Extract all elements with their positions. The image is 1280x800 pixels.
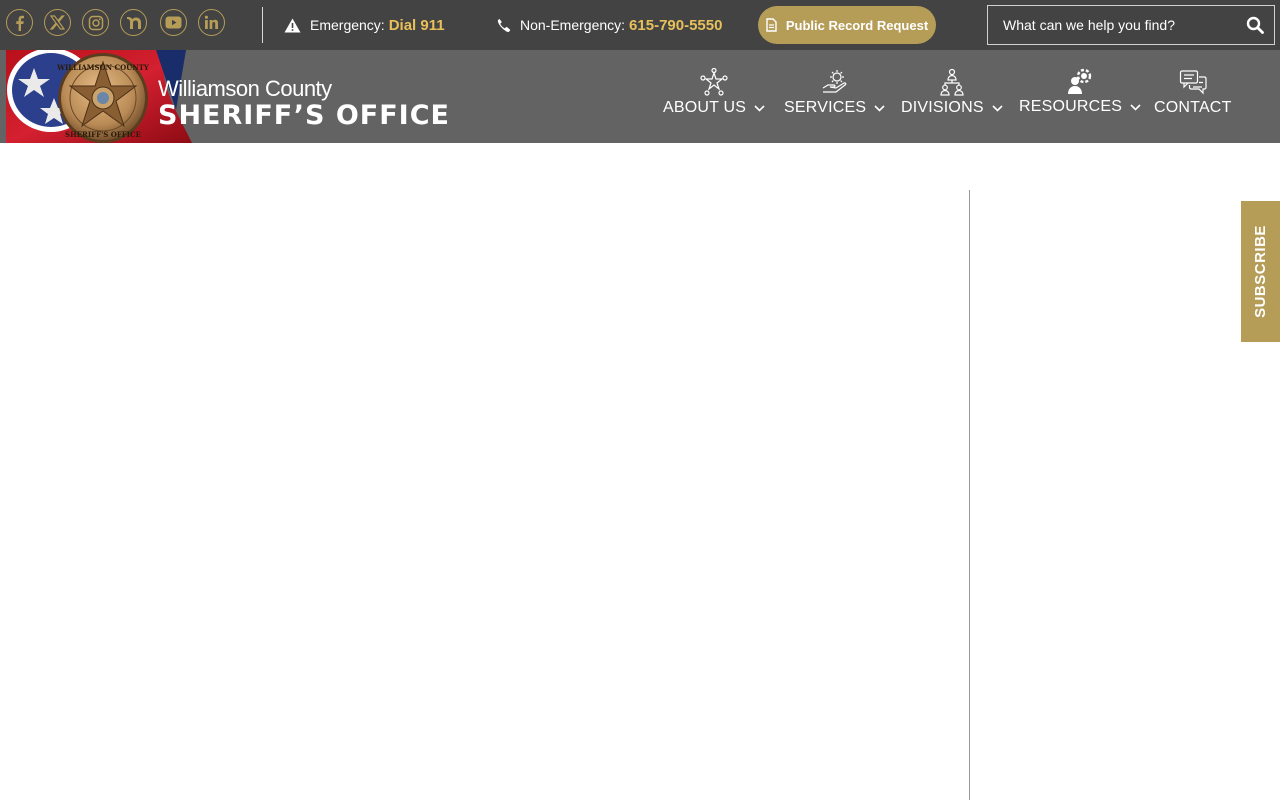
search-icon[interactable] (1246, 16, 1264, 34)
nav-contact[interactable]: CONTACT (1154, 66, 1232, 116)
seal-text-top: WILLIAMSON COUNTY (56, 63, 150, 72)
instagram-icon[interactable] (82, 9, 109, 36)
chat-bubbles-icon (1179, 66, 1207, 96)
chevron-down-icon (874, 104, 885, 112)
emergency-info: Emergency: Dial 911 (284, 0, 445, 50)
non-emergency-number[interactable]: 615-790-5550 (629, 17, 722, 34)
brand-title[interactable]: Williamson County SHERIFF’S OFFICE (158, 76, 450, 131)
nav-about-us[interactable]: ABOUT US (663, 66, 765, 116)
org-chart-icon (938, 66, 966, 96)
youtube-icon[interactable] (160, 9, 187, 36)
emergency-label: Emergency: (310, 17, 385, 33)
nav-divisions-label: DIVISIONS (901, 99, 984, 116)
seal-text-bottom: SHERIFF'S OFFICE (65, 130, 141, 139)
chevron-down-icon (1130, 103, 1141, 111)
sidebar-divider (969, 190, 970, 800)
people-gear-icon (1066, 65, 1094, 95)
chevron-down-icon (992, 104, 1003, 112)
main-header: WILLIAMSON COUNTY SHERIFF'S OFFICE Willi… (0, 50, 1280, 143)
nav-services-label: SERVICES (784, 99, 867, 116)
nextdoor-icon[interactable] (120, 9, 147, 36)
subscribe-label: SUBSCRIBE (1252, 225, 1270, 318)
warning-icon (284, 18, 301, 32)
chevron-down-icon (754, 104, 765, 112)
emergency-number[interactable]: Dial 911 (389, 17, 445, 34)
x-icon[interactable] (44, 9, 71, 36)
nav-contact-label: CONTACT (1154, 99, 1232, 116)
document-icon (766, 18, 777, 32)
star-network-icon (700, 66, 728, 96)
phone-icon (497, 18, 511, 32)
nav-resources[interactable]: RESOURCES (1019, 65, 1141, 115)
search-box (987, 5, 1275, 45)
facebook-icon[interactable] (6, 9, 33, 36)
top-bar-divider (262, 7, 263, 43)
non-emergency-info: Non-Emergency: 615-790-5550 (496, 0, 722, 50)
subscribe-tab[interactable]: SUBSCRIBE (1241, 201, 1280, 342)
office-name: SHERIFF’S OFFICE (158, 100, 450, 131)
public-record-request-button[interactable]: Public Record Request (758, 6, 936, 44)
hand-gear-icon (821, 66, 849, 96)
nav-resources-label: RESOURCES (1019, 98, 1123, 115)
search-input[interactable] (988, 6, 1228, 43)
non-emergency-label: Non-Emergency: (520, 17, 626, 33)
county-name: Williamson County (158, 76, 332, 101)
nav-divisions[interactable]: DIVISIONS (901, 66, 1003, 116)
linkedin-icon[interactable] (198, 9, 225, 36)
nav-about-us-label: ABOUT US (663, 99, 747, 116)
top-bar: Emergency: Dial 911 Non-Emergency: 615-7… (0, 0, 1280, 50)
nav-services[interactable]: SERVICES (784, 66, 885, 116)
public-record-request-label: Public Record Request (785, 17, 929, 33)
